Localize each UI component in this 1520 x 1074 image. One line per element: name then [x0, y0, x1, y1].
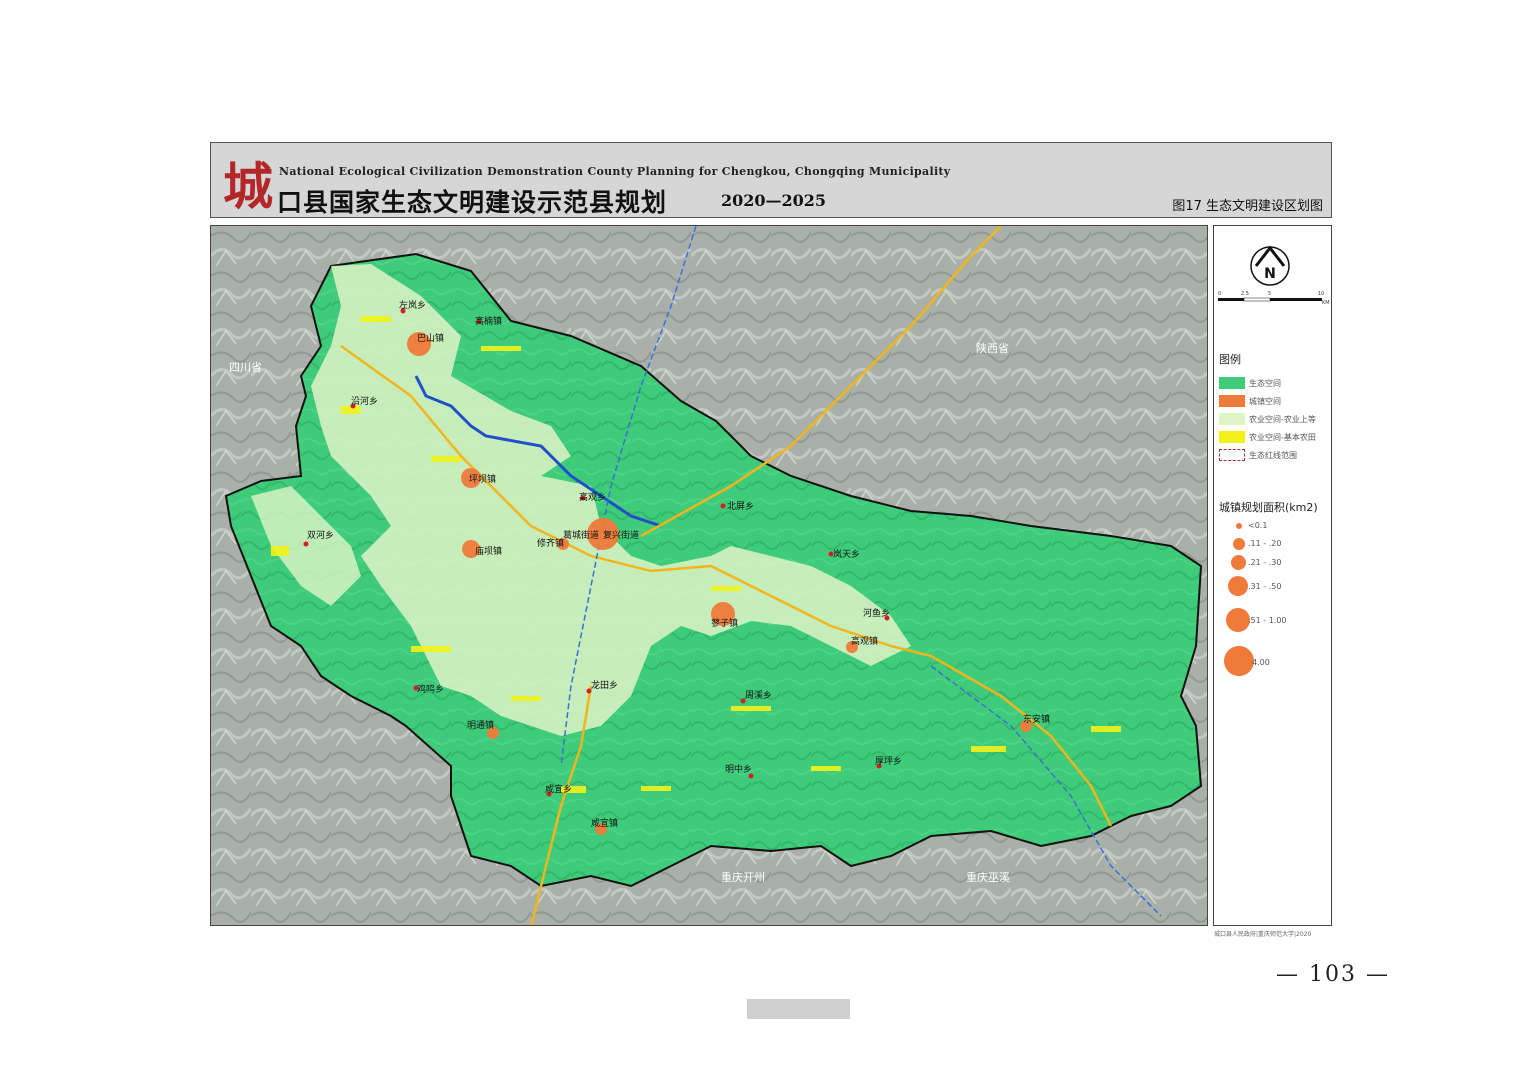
place-shuanghe: 双河乡 — [307, 529, 334, 541]
place-houping: 厚坪乡 — [875, 756, 902, 767]
place-mingtong: 明通镇 — [467, 719, 494, 731]
map-legend: N 0 2.5 5 10 KM 图例 生态空间 城镇空间 农业空间-农业上等 农… — [1213, 225, 1332, 926]
place-xiuqi: 修齐镇 — [537, 537, 564, 549]
size-dot-4 — [1226, 608, 1250, 632]
region-label-shaanxi: 陕西省 — [976, 341, 1009, 355]
map-canvas: 四川省 陕西省 重庆开州 重庆巫溪 左岚乡 高楠镇 巴山镇 沿河乡 坪坝镇 双河… — [210, 225, 1208, 926]
place-heyu: 河鱼乡 — [863, 607, 890, 619]
title-years: 2020—2025 — [721, 191, 827, 210]
place-longtian: 龙田乡 — [591, 679, 618, 691]
place-fuxing: 复兴街道 — [603, 529, 639, 541]
legend-item-farmland: 农业空间-基本农田 — [1219, 430, 1316, 444]
place-gaoguan-xiang: 高观乡 — [579, 491, 606, 503]
place-zhouxi: 周溪乡 — [745, 689, 772, 701]
legend-size-4: .51 - 1.00 — [1214, 608, 1333, 632]
size-dot-2 — [1231, 555, 1246, 570]
legend-swatch-ecological — [1219, 377, 1245, 389]
place-gaoguan-zhen: 高观镇 — [851, 635, 878, 647]
legend-swatch-redline — [1219, 449, 1245, 461]
place-beiping: 北屏乡 — [727, 501, 754, 512]
scale-tick-2: 5 — [1268, 291, 1271, 297]
scale-tick-1: 2.5 — [1241, 291, 1249, 297]
size-dot-3 — [1228, 576, 1248, 596]
legend-swatch-farmland — [1219, 431, 1245, 443]
map-header: 城 National Ecological Civilization Demon… — [210, 142, 1332, 218]
logo-character: 城 — [223, 157, 273, 216]
legend-item-urban: 城镇空间 — [1219, 394, 1281, 408]
legend-size-3: .31 - .50 — [1214, 576, 1333, 596]
legend-size-title: 城镇规划面积(km2) — [1219, 501, 1318, 514]
legend-item-redline: 生态红线范围 — [1219, 448, 1297, 462]
legend-item-agri-upper: 农业空间-农业上等 — [1219, 412, 1316, 426]
place-pingba: 坪坝镇 — [469, 473, 496, 485]
place-jiming: 鸡鸣乡 — [417, 683, 444, 695]
compass-north-label: N — [1264, 266, 1276, 282]
place-mingzhong: 明中乡 — [725, 763, 752, 775]
scale-tick-0: 0 — [1218, 291, 1221, 297]
title-english: National Ecological Civilization Demonst… — [279, 165, 951, 178]
scale-unit: KM — [1322, 300, 1330, 306]
legend-swatch-urban — [1219, 395, 1245, 407]
place-gaonan: 高楠镇 — [475, 315, 502, 327]
legend-item-ecological: 生态空间 — [1219, 376, 1281, 390]
place-zuolan: 左岚乡 — [399, 299, 426, 311]
place-miaoba: 庙坝镇 — [475, 545, 502, 557]
place-bashan: 巴山镇 — [417, 332, 444, 344]
title-chinese: 口县国家生态文明建设示范县规划 — [277, 188, 668, 217]
place-liaozi: 蓼子镇 — [711, 617, 738, 629]
place-xianyi-zhen: 咸宜镇 — [591, 817, 618, 829]
scale-tick-3: 10 — [1318, 291, 1324, 297]
map-credit: 城口县人民政府|重庆师范大学|2020 — [1214, 931, 1312, 938]
size-dot-5 — [1224, 646, 1254, 676]
legend-swatch-agri-upper — [1219, 413, 1245, 425]
region-label-wuxi: 重庆巫溪 — [966, 870, 1010, 884]
place-dongan: 东安镇 — [1023, 713, 1050, 725]
footer-placeholder-bar — [747, 999, 850, 1019]
legend-title: 图例 — [1219, 353, 1241, 366]
legend-size-5: 4.00 — [1214, 646, 1333, 676]
place-yanhe: 沿河乡 — [351, 395, 378, 407]
place-lantian: 岚天乡 — [833, 549, 860, 560]
place-xianyi-xiang: 咸宜乡 — [545, 783, 572, 795]
region-label-kaizhou: 重庆开州 — [721, 870, 765, 884]
size-dot-0 — [1236, 523, 1242, 529]
page-number: — 103 — — [1276, 962, 1390, 987]
region-label-sichuan: 四川省 — [229, 361, 262, 374]
figure-label: 图17 生态文明建设区划图 — [1172, 199, 1323, 214]
place-gecheng: 葛城街道 — [563, 529, 599, 541]
legend-size-1: .11 - .20 — [1214, 536, 1333, 556]
compass-and-scale: N 0 2.5 5 10 KM — [1218, 245, 1330, 306]
size-dot-1 — [1233, 538, 1245, 550]
legend-size-2: .21 - .30 — [1214, 554, 1333, 574]
map-svg: 四川省 陕西省 重庆开州 重庆巫溪 左岚乡 高楠镇 巴山镇 沿河乡 坪坝镇 双河… — [211, 226, 1207, 925]
